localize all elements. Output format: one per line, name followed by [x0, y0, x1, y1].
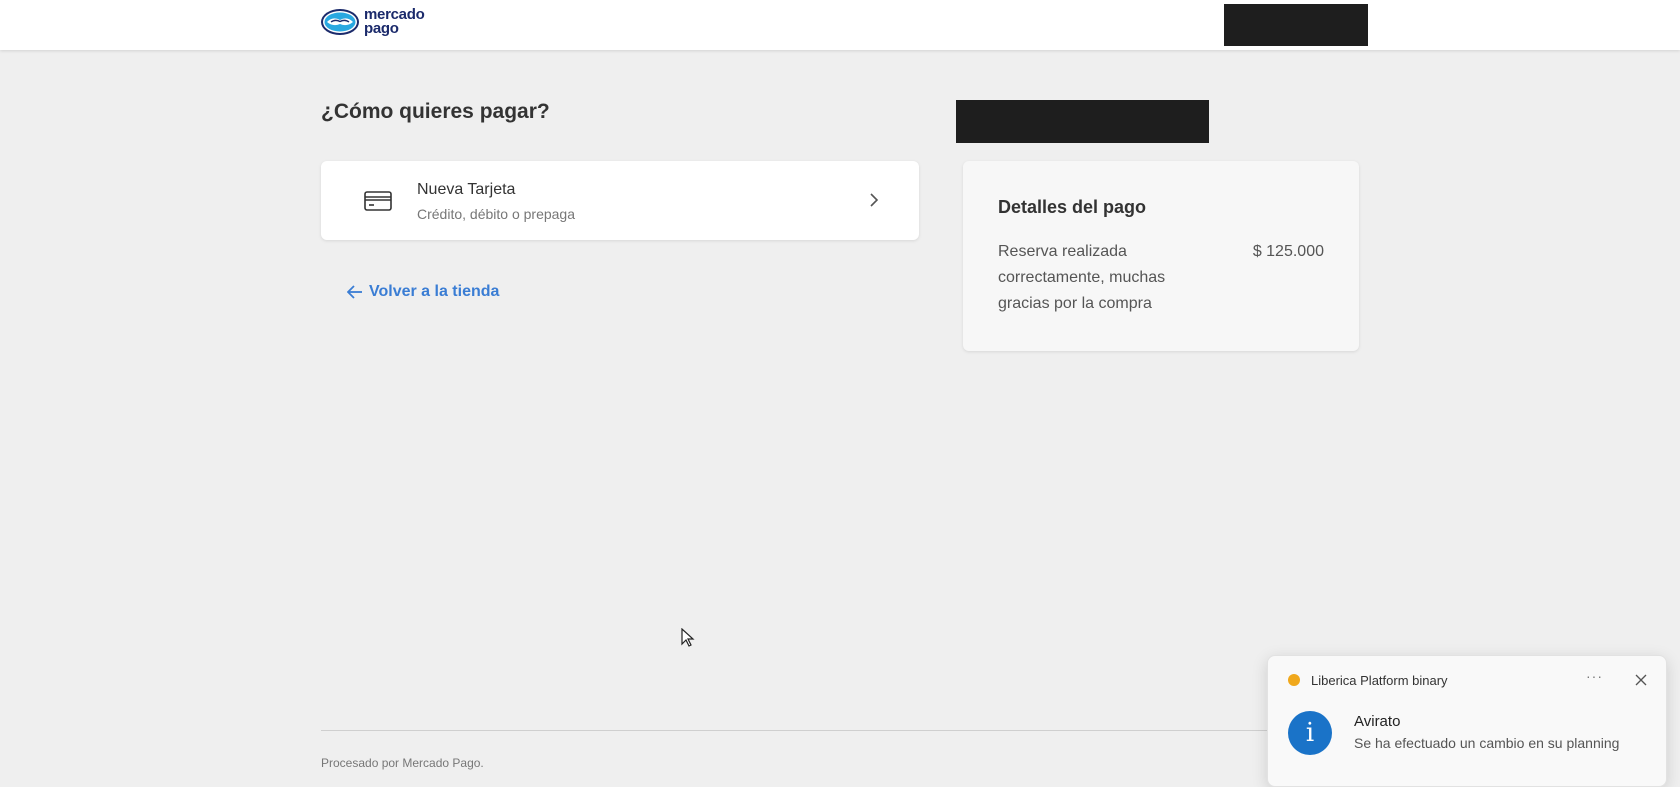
back-link-label: Volver a la tienda: [369, 283, 500, 300]
footer-divider: [321, 730, 1271, 731]
handshake-logo-icon: [321, 9, 359, 35]
new-card-option[interactable]: Nueva Tarjeta Crédito, débito o prepaga: [321, 161, 919, 240]
payment-details-title: Detalles del pago: [998, 197, 1147, 217]
chevron-right-icon: [870, 193, 879, 207]
payment-details-card: Detalles del pago Reserva realizada corr…: [963, 161, 1359, 351]
payment-description: Reserva realizada correctamente, muchas …: [998, 243, 1166, 312]
footer-processed-by: Procesado por Mercado Pago.: [321, 756, 484, 770]
payment-amount: $ 125.000: [1252, 243, 1324, 260]
logo-wordmark: mercado pago: [364, 7, 425, 37]
mercado-pago-logo[interactable]: mercado pago: [320, 4, 425, 40]
credit-card-icon: [364, 191, 392, 211]
logo-text-line2: pago: [364, 20, 399, 37]
top-header: mercado pago: [0, 0, 1680, 50]
system-notification[interactable]: Liberica Platform binary ··· i Avirato S…: [1267, 655, 1667, 787]
redacted-block: [1224, 4, 1368, 46]
page-title: ¿Cómo quieres pagar?: [321, 100, 550, 123]
mouse-cursor-icon: [681, 628, 695, 647]
info-icon: i: [1288, 711, 1332, 755]
close-icon[interactable]: [1635, 674, 1647, 686]
notification-message: Se ha efectuado un cambio en su planning: [1354, 735, 1620, 751]
liberica-app-icon: [1288, 674, 1300, 686]
redacted-block: [956, 100, 1209, 143]
notification-title: Avirato: [1354, 713, 1401, 730]
back-to-store-link[interactable]: Volver a la tienda: [347, 283, 499, 301]
arrow-left-icon: [347, 285, 362, 299]
payment-option-subtitle: Crédito, débito o prepaga: [417, 206, 575, 222]
payment-option-title: Nueva Tarjeta: [417, 181, 516, 198]
notification-app-name: Liberica Platform binary: [1311, 673, 1448, 688]
more-options-button[interactable]: ···: [1586, 668, 1603, 684]
